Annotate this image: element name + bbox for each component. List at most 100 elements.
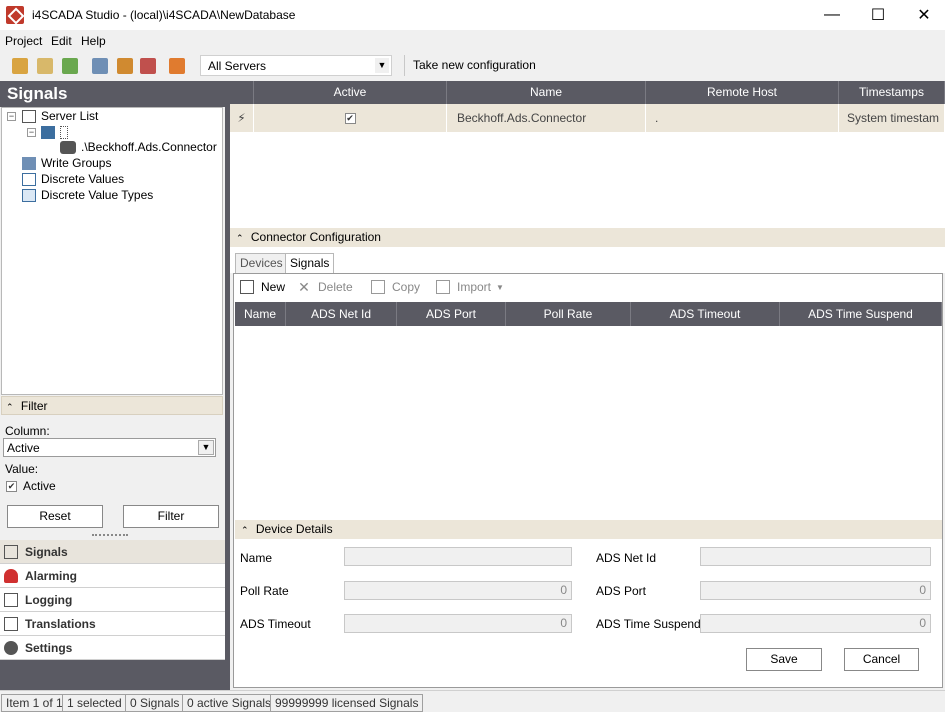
device-details-title: Device Details (255, 522, 333, 536)
ads-timeout-field[interactable]: 0 (344, 614, 572, 633)
collapse-chevron-icon[interactable]: ⌃ (241, 525, 249, 535)
nav-label: Signals (25, 544, 68, 559)
servers-table: Active Name Remote Host Timestamps ⚡ ✔ B… (230, 81, 945, 228)
menu-edit[interactable]: Edit (51, 34, 72, 48)
translate-icon (4, 616, 18, 631)
tree-item-discrete-values[interactable]: Discrete Values (22, 171, 124, 187)
copy-button[interactable]: Copy (371, 279, 420, 295)
maximize-button[interactable]: ☐ (855, 0, 901, 30)
app-logo-icon (6, 6, 24, 24)
nav-settings[interactable]: Settings (0, 636, 225, 660)
column-header-active[interactable]: Active (254, 81, 447, 104)
menu-project[interactable]: Project (5, 34, 42, 48)
gear-icon (4, 640, 18, 655)
column-header-device-name[interactable]: Name (235, 302, 286, 326)
server-select-value: All Servers (208, 59, 267, 73)
new-document-icon (240, 280, 254, 294)
ads-net-id-label: ADS Net Id (596, 551, 657, 565)
collapse-chevron-icon[interactable]: ⌃ (236, 233, 244, 243)
tree-item-discrete-value-types[interactable]: Discrete Value Types (22, 187, 153, 203)
tree-item-local-server[interactable] (41, 124, 73, 140)
poll-rate-field[interactable]: 0 (344, 581, 572, 600)
collapse-toggle-icon[interactable]: − (7, 112, 16, 121)
export-icon[interactable] (117, 58, 133, 74)
nav-label: Settings (25, 640, 73, 655)
tab-signals[interactable]: Signals (285, 253, 335, 273)
remove-icon[interactable] (140, 58, 156, 74)
chevron-down-icon[interactable]: ▼ (496, 283, 504, 292)
computer-icon (41, 125, 55, 139)
tree-item-label: .\Beckhoff.Ads.Connector (81, 140, 217, 154)
column-label: Column: (5, 424, 50, 438)
splitter-grip[interactable] (92, 534, 128, 537)
column-header-remote-host[interactable]: Remote Host (646, 81, 839, 104)
connector-configuration-header[interactable]: ⌃ Connector Configuration (230, 228, 945, 247)
column-header-poll-rate[interactable]: Poll Rate (506, 302, 631, 326)
nav-signals[interactable]: Signals (0, 540, 225, 564)
device-details-header[interactable]: ⌃ Device Details (235, 520, 942, 539)
chevron-down-icon[interactable]: ▼ (198, 440, 214, 455)
ads-net-id-field[interactable] (700, 547, 931, 566)
import-button[interactable]: Import ▼ (436, 279, 504, 295)
tree-item-label: Write Groups (41, 156, 112, 170)
database-icon[interactable] (92, 58, 108, 74)
tab-devices[interactable]: Devices (235, 253, 288, 273)
new-button[interactable]: New (240, 279, 285, 295)
table-row-remote-host-cell[interactable]: . (646, 104, 839, 132)
table-row-timestamps-cell[interactable]: System timestam (839, 104, 945, 132)
refresh-project-icon[interactable] (62, 58, 78, 74)
ads-time-suspend-field[interactable]: 0 (700, 614, 931, 633)
chevron-down-icon[interactable]: ▼ (375, 58, 389, 73)
poll-rate-label: Poll Rate (240, 584, 289, 598)
column-select[interactable]: Active ▼ (3, 438, 216, 457)
menu-bar (0, 30, 945, 52)
menu-help[interactable]: Help (81, 34, 106, 48)
collapse-toggle-icon[interactable]: − (27, 128, 36, 137)
nav-footer (0, 660, 225, 690)
tree-item-connector[interactable]: .\Beckhoff.Ads.Connector (60, 139, 217, 155)
tree-item-label: Discrete Values (41, 172, 125, 186)
nav-label: Alarming (25, 568, 78, 583)
ads-port-label: ADS Port (596, 584, 647, 598)
reset-button[interactable]: Reset (7, 505, 103, 528)
nav-alarming[interactable]: Alarming (0, 564, 225, 588)
nav-translations[interactable]: Translations (0, 612, 225, 636)
tree-item-write-groups[interactable]: Write Groups (22, 155, 111, 171)
title-bar: i4SCADA Studio - (local)\i4SCADA\NewData… (0, 0, 945, 30)
close-button[interactable]: ✕ (901, 0, 945, 30)
value-checkbox-label: Active (23, 479, 56, 493)
tree-item-server-list[interactable]: Server List (22, 108, 98, 124)
value-checkbox[interactable]: ✔ (6, 481, 17, 492)
minimize-button[interactable]: — (809, 0, 855, 30)
column-header-ads-timeout[interactable]: ADS Timeout (631, 302, 780, 326)
save-button[interactable]: Save (746, 648, 822, 671)
column-header-timestamps[interactable]: Timestamps (839, 81, 945, 104)
column-header-name[interactable]: Name (447, 81, 646, 104)
table-row-active-cell[interactable]: ✔ (254, 104, 447, 132)
signals-tree: − Server List − .\Beckhoff.Ads.Connector… (1, 107, 223, 395)
logout-icon[interactable] (169, 58, 185, 74)
server-list-icon (22, 109, 36, 123)
cancel-button[interactable]: Cancel (844, 648, 919, 671)
delete-button[interactable]: ✕ Delete (297, 279, 353, 295)
status-item-count: Item 1 of 1 (1, 694, 68, 712)
connector-plug-icon: ⚡ (230, 104, 254, 132)
server-select[interactable]: All Servers ▼ (200, 55, 392, 76)
type-icon (22, 188, 36, 202)
status-active-signals: 0 active Signals (182, 694, 277, 712)
column-header-ads-net-id[interactable]: ADS Net Id (286, 302, 397, 326)
nav-logging[interactable]: Logging (0, 588, 225, 612)
active-checkbox[interactable]: ✔ (344, 113, 356, 125)
collapse-chevron-icon[interactable]: ⌃ (6, 402, 14, 412)
take-new-configuration-button[interactable]: Take new configuration (404, 55, 544, 76)
ads-port-field[interactable]: 0 (700, 581, 931, 600)
column-header-ads-port[interactable]: ADS Port (397, 302, 506, 326)
open-project-icon[interactable] (37, 58, 53, 74)
column-header-ads-time-suspend[interactable]: ADS Time Suspend (780, 302, 942, 326)
table-row-name-cell[interactable]: Beckhoff.Ads.Connector (447, 104, 646, 132)
status-selected: 1 selected (62, 694, 127, 712)
filter-section-header[interactable]: ⌃ Filter (1, 396, 223, 415)
name-field[interactable] (344, 547, 572, 566)
filter-button[interactable]: Filter (123, 505, 219, 528)
new-project-icon[interactable] (12, 58, 28, 74)
